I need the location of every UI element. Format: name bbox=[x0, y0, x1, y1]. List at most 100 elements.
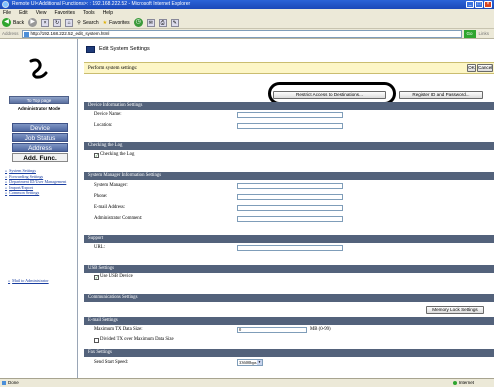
device-name-label: Device Name: bbox=[94, 112, 122, 117]
url-label: URL: bbox=[94, 245, 105, 250]
nav-job-status[interactable]: Job Status bbox=[12, 133, 68, 142]
back-arrow-icon: ◀ bbox=[2, 18, 11, 27]
search-icon: ⚲ bbox=[77, 19, 81, 26]
menu-favorites[interactable]: Favorites bbox=[54, 9, 75, 17]
section-device-information: Device Information Settings bbox=[84, 102, 494, 110]
mail-to-administrator-link[interactable]: » Mail to Administrator bbox=[8, 278, 68, 284]
section-checking-log: Checking the Log bbox=[84, 142, 494, 150]
history-icon[interactable]: ◷ bbox=[133, 18, 143, 27]
section-system-manager: System Manager Information Settings bbox=[84, 172, 494, 180]
main-content-frame: Edit System Settings Perform system sett… bbox=[79, 39, 494, 378]
system-manager-input[interactable] bbox=[237, 183, 343, 189]
bullet-icon: » bbox=[5, 168, 8, 173]
favorites-label: Favorites bbox=[109, 19, 130, 26]
status-bar: Done Internet bbox=[0, 378, 494, 387]
close-button[interactable]: × bbox=[484, 1, 492, 8]
section-fax-settings: Fax Settings bbox=[84, 349, 494, 357]
link-label: Mail to Administrator bbox=[12, 278, 49, 283]
nav-add-func[interactable]: Add. Func. bbox=[12, 153, 68, 162]
page-title: Edit System Settings bbox=[86, 45, 150, 53]
add-func-links: » System Settings » Forwarding Settings … bbox=[5, 168, 75, 197]
system-manager-label: System Manager: bbox=[94, 183, 128, 188]
url-input[interactable] bbox=[237, 245, 343, 251]
page-icon bbox=[23, 31, 29, 37]
menu-view[interactable]: View bbox=[36, 9, 47, 17]
email-address-label: E-mail Address: bbox=[94, 205, 126, 210]
phone-label: Phone: bbox=[94, 194, 108, 199]
link-label: System Settings bbox=[9, 168, 36, 173]
security-zone: Internet bbox=[452, 379, 474, 387]
refresh-icon[interactable]: ↻ bbox=[53, 18, 62, 27]
window-controls: _ □ × bbox=[466, 1, 492, 8]
divided-tx-checkbox[interactable] bbox=[94, 338, 99, 343]
section-support: Support bbox=[84, 235, 494, 243]
send-start-speed-label: Send Start Speed: bbox=[94, 360, 129, 365]
location-input[interactable] bbox=[237, 123, 343, 129]
max-tx-size-input[interactable]: 0 bbox=[237, 327, 307, 333]
cancel-button[interactable]: Cancel bbox=[477, 64, 493, 72]
minimize-button[interactable]: _ bbox=[466, 1, 474, 8]
chevron-down-icon: ▼ bbox=[257, 360, 262, 365]
top-page-button[interactable]: To Top page bbox=[9, 96, 69, 104]
maximize-button[interactable]: □ bbox=[475, 1, 483, 8]
section-email-settings: E-mail Settings bbox=[84, 317, 494, 325]
perform-settings-bar: Perform system settings: OK Cancel bbox=[84, 62, 494, 74]
menu-help[interactable]: Help bbox=[103, 9, 113, 17]
location-label: Location: bbox=[94, 123, 113, 128]
nav-address[interactable]: Address bbox=[12, 143, 68, 152]
administrator-comment-label: Administrator Comment: bbox=[94, 216, 143, 221]
send-start-speed-select[interactable]: 33600bps ▼ bbox=[237, 359, 263, 366]
register-id-password-button[interactable]: Register ID and Password... bbox=[399, 91, 483, 99]
device-logo-icon bbox=[29, 58, 48, 79]
window-title: Remote UI<Additional Functions>: : 192.1… bbox=[12, 1, 191, 7]
administrator-comment-input[interactable] bbox=[237, 216, 343, 222]
use-usb-label: Use USB Device bbox=[100, 274, 133, 279]
zone-label: Internet bbox=[458, 380, 474, 385]
link-common-settings[interactable]: » Common Settings bbox=[5, 191, 75, 196]
administrator-mode-label: Administrator Mode bbox=[17, 106, 61, 111]
address-url: http://192.168.222.52_edit_system.html bbox=[30, 30, 110, 36]
forward-button[interactable]: ▶ bbox=[28, 18, 38, 27]
status-text: Done bbox=[8, 380, 19, 385]
page-done-icon bbox=[2, 381, 6, 385]
links-label[interactable]: Links bbox=[479, 31, 490, 36]
back-button[interactable]: ◀ Back bbox=[2, 18, 24, 27]
phone-input[interactable] bbox=[237, 194, 343, 200]
search-button[interactable]: ⚲ Search bbox=[77, 20, 99, 26]
max-tx-size-unit: MB (0-99) bbox=[310, 327, 331, 332]
ok-button[interactable]: OK bbox=[467, 64, 476, 72]
max-tx-size-label: Maximum TX Data Size: bbox=[94, 327, 143, 332]
address-field[interactable]: http://192.168.222.52_edit_system.html bbox=[21, 29, 462, 38]
window-titlebar: Remote UI<Additional Functions>: : 192.1… bbox=[0, 0, 494, 9]
menu-file[interactable]: File bbox=[3, 9, 11, 17]
stop-icon[interactable]: × bbox=[41, 18, 50, 27]
home-icon[interactable]: ⌂ bbox=[65, 18, 74, 27]
mail-icon[interactable]: ✉ bbox=[146, 18, 155, 27]
edit-icon[interactable]: ✎ bbox=[170, 18, 179, 27]
perform-settings-label: Perform system settings: bbox=[88, 66, 138, 71]
star-icon: ★ bbox=[102, 19, 108, 26]
email-address-input[interactable] bbox=[237, 205, 343, 211]
link-label: Common Settings bbox=[9, 190, 40, 196]
back-label: Back bbox=[13, 19, 25, 26]
favorites-button[interactable]: ★ Favorites bbox=[103, 20, 130, 26]
globe-icon bbox=[452, 381, 457, 385]
checking-log-label: Checking the Log bbox=[100, 152, 135, 157]
page-title-text: Edit System Settings bbox=[99, 46, 150, 52]
send-start-speed-value: 33600bps bbox=[239, 360, 257, 365]
checking-log-checkbox[interactable]: ✓ bbox=[94, 153, 99, 158]
section-usb: USB Settings bbox=[84, 265, 494, 273]
search-label: Search bbox=[82, 19, 99, 26]
menu-tools[interactable]: Tools bbox=[83, 9, 95, 17]
bullet-icon: » bbox=[8, 278, 11, 283]
browser-toolbar: ◀ Back ▶ × ↻ ⌂ ⚲ Search ★ Favorites ◷ ✉ … bbox=[0, 17, 494, 29]
go-button[interactable]: Go bbox=[463, 29, 476, 38]
nav-device[interactable]: Device bbox=[12, 123, 68, 132]
device-name-input[interactable] bbox=[237, 112, 343, 118]
link-system-settings[interactable]: » System Settings bbox=[5, 168, 75, 174]
print-icon[interactable]: ⎙ bbox=[158, 18, 167, 27]
menu-bar: File Edit View Favorites Tools Help bbox=[0, 9, 494, 17]
use-usb-checkbox[interactable]: ✓ bbox=[94, 275, 99, 280]
menu-edit[interactable]: Edit bbox=[19, 9, 28, 17]
memory-lock-settings-button[interactable]: Memory Lock Settings bbox=[426, 306, 484, 314]
